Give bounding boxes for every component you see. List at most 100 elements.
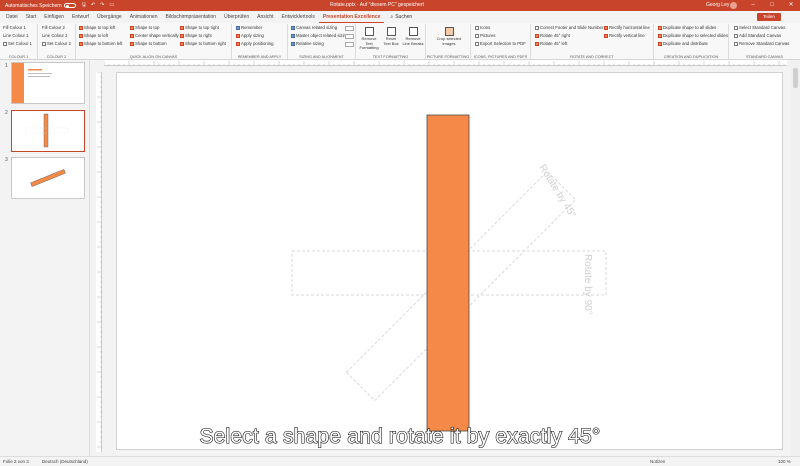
video-caption: Select a shape and rotate it by exactly … xyxy=(199,424,601,448)
rectify-vertical-button[interactable]: Rectify vertical line xyxy=(604,33,645,39)
set-colour-2-button[interactable]: Set Colour 2 xyxy=(42,41,71,47)
slide-thumbnail-1[interactable] xyxy=(11,62,85,104)
select-canvas-button[interactable]: Select Standard Canvas xyxy=(734,25,785,31)
user-name[interactable]: Georg Ley xyxy=(706,2,729,8)
remember-button[interactable]: Remember xyxy=(236,25,262,31)
duplicate-icon xyxy=(658,26,662,30)
reset-text-box-button[interactable]: Reset Text Box xyxy=(382,27,400,46)
rectify-horizontal-button[interactable]: Rectify horizontal line xyxy=(604,25,650,31)
sizing-value-input[interactable] xyxy=(345,42,354,47)
undo-icon[interactable]: ↶ xyxy=(91,2,95,10)
remember-icon xyxy=(236,26,240,30)
relative-sizing-icon xyxy=(291,42,295,46)
vertical-line-icon xyxy=(604,34,608,38)
slide-canvas[interactable]: Rotate by 45° Rotate by 90° xyxy=(116,72,783,450)
canvas-related-sizing-button[interactable]: Canvas related sizing xyxy=(291,25,337,31)
master-object-sizing-button[interactable]: Master object related sizing xyxy=(291,33,348,39)
group-creation-duplication: Duplicate shape to all slides Duplicate … xyxy=(654,24,729,59)
set-colour-1-button[interactable]: Set Colour 1 xyxy=(3,41,32,47)
duplicate-selected-slides-label: Duplicate shape to selected slides xyxy=(663,33,728,38)
correct-footer-button[interactable]: Correct Footer and Slide Number xyxy=(535,25,603,31)
rotate-45-right-button[interactable]: Rotate 45° right xyxy=(535,33,570,39)
shape-to-bottom-left-label: Shape to bottom left xyxy=(84,41,123,46)
icons-button[interactable]: Icons xyxy=(475,25,490,31)
tab-bildschirmpraesentation[interactable]: Bildschirmpräsentation xyxy=(162,11,221,23)
scrollbar-thumb[interactable] xyxy=(793,68,798,88)
shape-to-bottom-button[interactable]: Shape to bottom xyxy=(130,41,167,47)
add-canvas-button[interactable]: Add Standard Canvas xyxy=(734,33,781,39)
center-shape-vertically-button[interactable]: Center shape vertically xyxy=(130,33,179,39)
shape-to-bottom-right-button[interactable]: Shape to bottom right xyxy=(180,41,226,47)
slideshow-icon[interactable]: ▭ xyxy=(109,2,114,10)
horizontal-ruler xyxy=(103,60,787,66)
group-label: Icons, pictures and PDFs xyxy=(473,55,528,59)
crop-images-button[interactable]: Crop selected images xyxy=(432,27,466,46)
group-picture-formatting: Crop selected images Picture formatting xyxy=(426,24,471,59)
autosave-toggle[interactable] xyxy=(63,3,76,8)
remove-text-formatting-button[interactable]: Remove Text Formatting xyxy=(359,27,379,51)
relative-sizing-button[interactable]: Relative sizing xyxy=(291,41,324,47)
fill-colour-1-label: Fill Colour 1 xyxy=(3,25,26,30)
apply-sizing-button[interactable]: Apply sizing xyxy=(236,33,264,39)
slide-thumbnail-2[interactable] xyxy=(11,110,85,152)
fill-colour-1-button[interactable]: Fill Colour 1 xyxy=(3,25,26,31)
duplicate-all-slides-button[interactable]: Duplicate shape to all slides xyxy=(658,25,716,31)
minimize-button[interactable]: – xyxy=(746,0,760,11)
zoom-level[interactable]: 100 % xyxy=(778,459,791,464)
title-bar: Automatisches Speichern 🖫 ↶ ↷ ▭ Rotate.p… xyxy=(0,0,800,11)
tab-entwurf[interactable]: Entwurf xyxy=(68,11,93,23)
icons-icon xyxy=(475,26,479,30)
close-button[interactable]: ✕ xyxy=(784,0,798,11)
tab-entwicklertools[interactable]: Entwicklertools xyxy=(278,11,319,23)
add-canvas-icon xyxy=(734,34,738,38)
shape-to-top-left-button[interactable]: Shape to top left xyxy=(79,25,115,31)
shape-to-right-button[interactable]: Shape to right xyxy=(180,33,212,39)
pictures-button[interactable]: Pictures xyxy=(475,33,496,39)
maximize-button[interactable]: □ xyxy=(765,0,779,11)
line-colour-2-button[interactable]: Line Colour 2 xyxy=(42,33,68,39)
rotate-left-icon xyxy=(535,42,539,46)
rotate-45-left-button[interactable]: Rotate 45° left xyxy=(535,41,567,47)
align-top-right-icon xyxy=(180,26,184,30)
orange-rectangle-shape[interactable] xyxy=(426,114,470,432)
tab-ueberpruefen[interactable]: Überprüfen xyxy=(220,11,253,23)
shape-to-bottom-left-button[interactable]: Shape to bottom left xyxy=(79,41,122,47)
line-colour-1-button[interactable]: Line Colour 1 xyxy=(3,33,29,39)
autosave-label: Automatisches Speichern xyxy=(5,2,62,9)
sizing-value-input[interactable] xyxy=(345,34,354,39)
tab-datei[interactable]: Datei xyxy=(2,11,22,23)
sizing-value-input[interactable] xyxy=(345,26,354,31)
tab-start[interactable]: Start xyxy=(22,11,41,23)
tab-einfuegen[interactable]: Einfügen xyxy=(40,11,68,23)
shape-to-left-button[interactable]: Shape to left xyxy=(79,33,108,39)
slide-thumbnail-3[interactable] xyxy=(11,157,85,199)
shape-to-top-button[interactable]: Shape to top xyxy=(130,25,159,31)
autosave[interactable]: Automatisches Speichern xyxy=(5,3,76,9)
tab-presentation-excellence[interactable]: Presentation Excellence xyxy=(318,11,385,23)
apply-positioning-icon xyxy=(236,42,240,46)
vertical-scrollbar[interactable] xyxy=(791,60,800,456)
remove-line-breaks-button[interactable]: Remove Line Breaks xyxy=(402,27,424,46)
save-icon[interactable]: 🖫 xyxy=(82,2,86,10)
shape-to-top-right-button[interactable]: Shape to top right xyxy=(180,25,219,31)
avatar[interactable] xyxy=(730,2,737,9)
share-button[interactable]: Teilen xyxy=(757,13,781,21)
tab-uebergaenge[interactable]: Übergänge xyxy=(93,11,126,23)
redo-icon[interactable]: ↷ xyxy=(100,2,104,10)
group-rotate-correct: Correct Footer and Slide Number Rotate 4… xyxy=(531,24,654,59)
pictures-icon xyxy=(475,34,479,38)
fill-colour-2-button[interactable]: Fill Colour 2 xyxy=(42,25,65,31)
tab-animationen[interactable]: Animationen xyxy=(126,11,162,23)
line-colour-2-label: Line Colour 2 xyxy=(42,33,68,38)
remove-canvas-button[interactable]: Remove Standard Canvas xyxy=(734,41,789,47)
duplicate-selected-slides-button[interactable]: Duplicate shape to selected slides xyxy=(658,33,728,39)
search-box[interactable]: ⌕ Suchen xyxy=(390,11,412,23)
export-pdf-button[interactable]: Export Selection to PDF xyxy=(475,41,526,47)
line-break-icon xyxy=(408,27,418,36)
correct-footer-label: Correct Footer and Slide Number xyxy=(540,25,604,30)
duplicate-distribute-button[interactable]: Duplicate and distribute xyxy=(658,41,708,47)
notes-button[interactable]: Notizen xyxy=(650,459,665,464)
tab-ansicht[interactable]: Ansicht xyxy=(253,11,277,23)
apply-positioning-button[interactable]: Apply positioning xyxy=(236,41,274,47)
language-indicator[interactable]: Deutsch (Deutschland) xyxy=(42,459,88,464)
